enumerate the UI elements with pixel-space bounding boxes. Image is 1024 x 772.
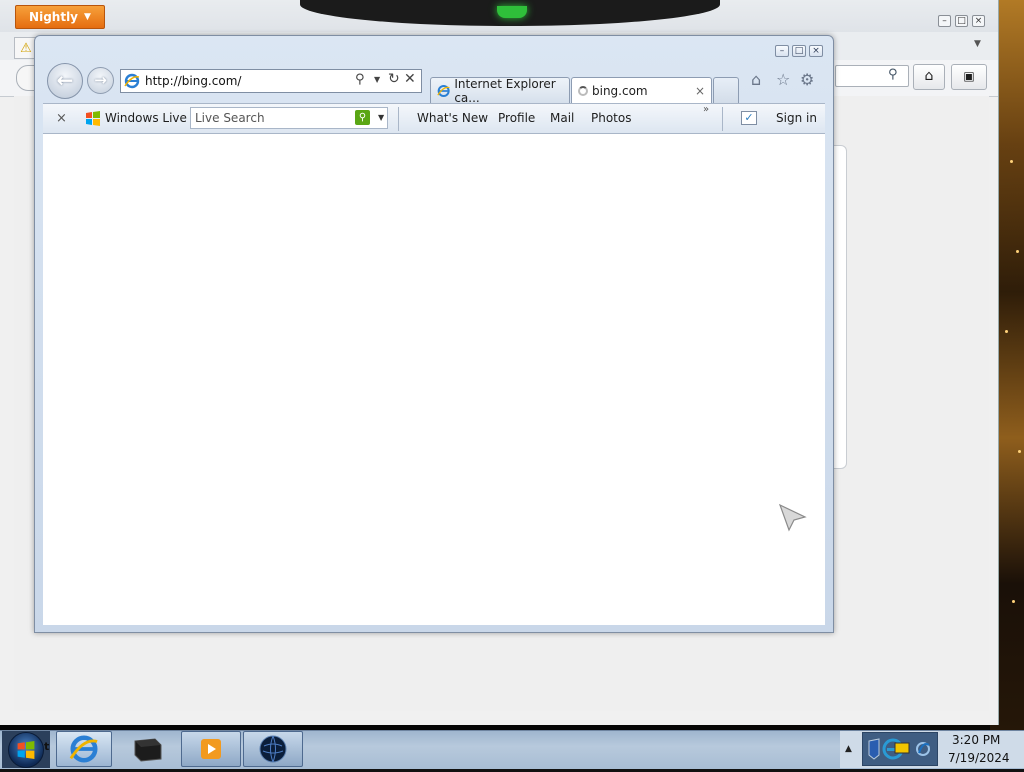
tab-label: bing.com xyxy=(592,83,648,98)
tray-icons-group[interactable] xyxy=(862,732,938,766)
stop-icon[interactable]: ✕ xyxy=(404,71,416,87)
sign-in-link[interactable]: Sign in xyxy=(776,111,817,125)
internet-explorer-icon xyxy=(69,735,98,763)
chevron-down-icon[interactable]: ▼ xyxy=(374,75,380,84)
bookmark-icon: ▣ xyxy=(963,69,975,83)
ie-back-button[interactable]: ← xyxy=(47,63,83,99)
ie-new-tab-button[interactable] xyxy=(713,77,739,103)
search-icon[interactable]: ⚲ xyxy=(888,67,898,82)
ie-page-content[interactable] xyxy=(43,134,825,625)
firefox-search-input[interactable] xyxy=(835,65,909,87)
windows-logo-icon xyxy=(86,111,100,126)
ie-forward-button[interactable]: → xyxy=(87,67,114,94)
tab-label: Internet Explorer ca... xyxy=(454,76,556,105)
start-label: t xyxy=(44,740,50,753)
forward-arrow-icon: → xyxy=(94,71,107,89)
link-photos[interactable]: Photos xyxy=(591,111,631,125)
ie-maximize-button[interactable]: □ xyxy=(792,45,806,57)
clock-date[interactable]: 7/19/2024 xyxy=(948,751,1010,765)
globe-icon xyxy=(259,735,287,763)
toolbar-divider xyxy=(398,107,399,131)
chevron-down-icon[interactable]: ▼ xyxy=(378,113,384,122)
back-arrow-icon: ← xyxy=(56,68,74,92)
overflow-chevron-icon[interactable]: » xyxy=(703,104,709,115)
ie-tab-bing[interactable]: bing.com × xyxy=(571,77,712,103)
ie-page-icon xyxy=(437,84,450,97)
ie-address-url[interactable]: http://bing.com/ xyxy=(145,74,241,88)
search-icon[interactable]: ⚲ xyxy=(355,72,365,87)
firefox-bookmarks-button[interactable]: ▣ xyxy=(951,64,987,90)
clock-time[interactable]: 3:20 PM xyxy=(952,733,1000,747)
ie-minimize-button[interactable]: – xyxy=(775,45,789,57)
nightly-menu-label: Nightly xyxy=(29,10,79,24)
home-icon: ⌂ xyxy=(924,68,934,84)
favorites-star-icon[interactable]: ☆ xyxy=(776,70,790,89)
firefox-home-button[interactable]: ⌂ xyxy=(913,64,945,90)
close-icon[interactable]: × xyxy=(56,111,67,126)
refresh-icon[interactable]: ↻ xyxy=(388,71,400,87)
ie-close-button[interactable]: × xyxy=(809,45,823,57)
media-player-icon xyxy=(201,739,221,759)
firefox-close-button[interactable]: × xyxy=(972,15,985,27)
taskbar-internet-explorer[interactable] xyxy=(56,731,112,767)
tray-icons xyxy=(868,738,930,760)
wallpaper-sparkle xyxy=(1010,160,1013,163)
dark-app-icon xyxy=(134,738,162,762)
wallpaper-sparkle xyxy=(1005,330,1008,333)
link-mail[interactable]: Mail xyxy=(550,111,574,125)
home-icon[interactable]: ⌂ xyxy=(751,70,761,89)
live-search-placeholder[interactable]: Live Search xyxy=(195,111,265,125)
windows-logo-icon xyxy=(17,741,35,759)
chevron-down-icon: ▼ xyxy=(84,12,91,22)
mouse-cursor-icon xyxy=(778,503,807,532)
tools-gear-icon[interactable]: ⚙ xyxy=(800,70,814,89)
windows-live-button[interactable]: Windows Live xyxy=(105,111,187,125)
tab-list-chevron-down-icon[interactable]: ▼ xyxy=(974,39,981,49)
taskbar-globe-app[interactable] xyxy=(243,731,303,767)
tab-close-icon[interactable]: × xyxy=(695,84,705,98)
show-hidden-icons-icon[interactable]: ▲ xyxy=(845,744,852,754)
taskbar-media-player[interactable] xyxy=(181,731,241,767)
wallpaper-sparkle xyxy=(1012,600,1015,603)
link-whats-new[interactable]: What's New xyxy=(417,111,488,125)
nightly-menu-button[interactable]: Nightly ▼ xyxy=(15,5,105,29)
titlebar-glow-decoration xyxy=(497,6,527,18)
ie-page-icon xyxy=(124,73,140,89)
firefox-minimize-button[interactable]: – xyxy=(938,15,951,27)
ie-tab-internet-explorer[interactable]: Internet Explorer ca... xyxy=(430,76,570,105)
loading-spinner-icon xyxy=(578,85,588,96)
toolbar-divider xyxy=(722,107,723,131)
link-profile[interactable]: Profile xyxy=(498,111,535,125)
firefox-maximize-button[interactable]: □ xyxy=(955,15,968,27)
search-go-icon[interactable]: ⚲ xyxy=(355,110,370,125)
wallpaper-sparkle xyxy=(1016,250,1019,253)
start-button[interactable] xyxy=(8,732,44,768)
wallpaper-sparkle xyxy=(1018,450,1021,453)
checkbox-icon[interactable]: ✓ xyxy=(741,111,757,125)
taskbar-dark-app[interactable] xyxy=(118,731,178,767)
